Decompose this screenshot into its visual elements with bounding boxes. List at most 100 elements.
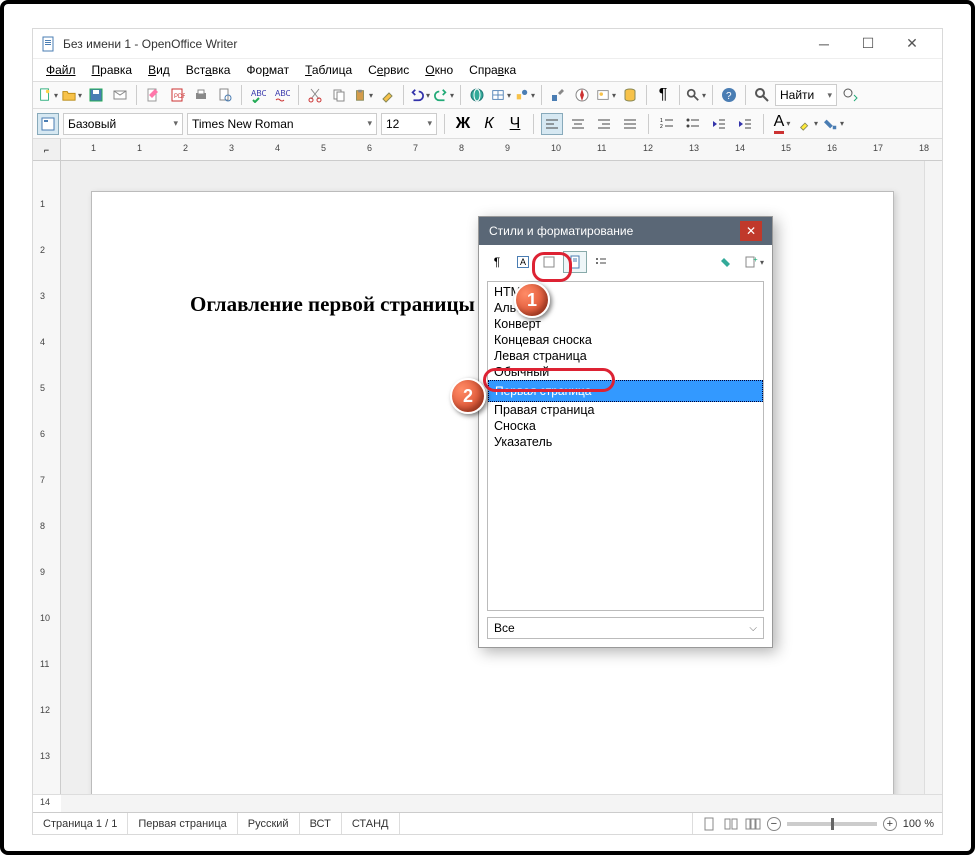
align-right-button[interactable] [593, 113, 615, 135]
document-heading: Оглавление первой страницы [190, 292, 475, 317]
list-styles-button[interactable] [589, 251, 613, 273]
data-sources-button[interactable] [619, 84, 641, 106]
minimize-button[interactable]: ─ [802, 30, 846, 58]
status-style[interactable]: Первая страница [128, 813, 237, 834]
decrease-indent-button[interactable] [708, 113, 730, 135]
spellcheck-button[interactable]: ABC [247, 84, 269, 106]
font-size-select[interactable]: 12▾ [381, 113, 437, 135]
style-item[interactable]: Конверт [488, 316, 763, 332]
new-doc-button[interactable] [37, 84, 59, 106]
menu-format[interactable]: Формат [239, 61, 296, 79]
style-item[interactable]: Указатель [488, 434, 763, 450]
drawing-button[interactable] [514, 84, 536, 106]
fill-format-button[interactable] [716, 251, 740, 273]
redo-button[interactable] [433, 84, 455, 106]
increase-indent-button[interactable] [734, 113, 756, 135]
format-toolbar: Базовый▾ Times New Roman▾ 12▾ Ж К Ч 12 A [33, 109, 942, 139]
gallery-button[interactable] [595, 84, 617, 106]
print-button[interactable] [190, 84, 212, 106]
zoom-out-button[interactable]: − [767, 817, 781, 831]
status-insert[interactable]: ВСТ [300, 813, 342, 834]
style-item[interactable]: Сноска [488, 418, 763, 434]
menu-file[interactable]: Файл [39, 61, 83, 79]
status-std[interactable]: СТАНД [342, 813, 400, 834]
open-button[interactable] [61, 84, 83, 106]
menu-insert[interactable]: Вставка [179, 61, 238, 79]
annotation-circle-1 [532, 252, 572, 282]
menu-window[interactable]: Окно [418, 61, 460, 79]
svg-text:?: ? [726, 91, 732, 102]
horizontal-scrollbar[interactable] [61, 795, 924, 812]
paragraph-styles-button[interactable]: ¶ [485, 251, 509, 273]
hyperlink-button[interactable] [466, 84, 488, 106]
font-color-button[interactable]: A [771, 113, 793, 135]
menubar: Файл Правка Вид Вставка Формат Таблица С… [33, 59, 942, 81]
paragraph-style-select[interactable]: Базовый▾ [63, 113, 183, 135]
bold-button[interactable]: Ж [452, 113, 474, 135]
bg-color-button[interactable] [823, 113, 845, 135]
svg-text:ABC: ABC [251, 89, 266, 98]
styles-window-button[interactable] [37, 113, 59, 135]
menu-tools[interactable]: Сервис [361, 61, 416, 79]
autospell-button[interactable]: ABC [271, 84, 293, 106]
zoom-slider[interactable] [787, 822, 877, 826]
styles-list[interactable]: HTMLАльбомнКонвертКонцевая сноскаЛевая с… [487, 281, 764, 611]
style-item[interactable]: Левая страница [488, 348, 763, 364]
help-button[interactable]: ? [718, 84, 740, 106]
align-justify-button[interactable] [619, 113, 641, 135]
numbered-list-button[interactable]: 12 [656, 113, 678, 135]
zoom-percent[interactable]: 100 % [903, 818, 934, 830]
find-replace-button[interactable] [547, 84, 569, 106]
vertical-scrollbar[interactable] [924, 161, 942, 794]
highlight-button[interactable] [797, 113, 819, 135]
print-preview-button[interactable] [214, 84, 236, 106]
nonprinting-chars-button[interactable]: ¶ [652, 84, 674, 106]
svg-text:PDF: PDF [174, 94, 185, 100]
zoom-button[interactable] [685, 84, 707, 106]
status-page: Страница 1 / 1 [33, 813, 128, 834]
align-center-button[interactable] [567, 113, 589, 135]
menu-edit[interactable]: Правка [85, 61, 140, 79]
table-button[interactable] [490, 84, 512, 106]
align-left-button[interactable] [541, 113, 563, 135]
menu-table[interactable]: Таблица [298, 61, 359, 79]
format-paintbrush-button[interactable] [376, 84, 398, 106]
ruler-horizontal[interactable]: ⌐ 1123456789101112131415161718 [33, 139, 942, 161]
cut-button[interactable] [304, 84, 326, 106]
find-next-button[interactable] [839, 84, 861, 106]
style-item[interactable]: Концевая сноска [488, 332, 763, 348]
zoom-in-button[interactable]: + [883, 817, 897, 831]
edit-doc-button[interactable] [142, 84, 164, 106]
find-input[interactable]: Найти▾ [775, 84, 837, 106]
undo-button[interactable] [409, 84, 431, 106]
styles-filter-select[interactable]: Все⌵ [487, 617, 764, 639]
dialog-toolbar: ¶ A + [479, 245, 772, 279]
dialog-titlebar[interactable]: Стили и форматирование ✕ [479, 217, 772, 245]
copy-button[interactable] [328, 84, 350, 106]
underline-button[interactable]: Ч [504, 113, 526, 135]
close-button[interactable]: ✕ [890, 30, 934, 58]
ruler-vertical[interactable]: 1234567891011121314 [33, 161, 61, 794]
view-multi-icon[interactable] [745, 816, 761, 832]
status-lang[interactable]: Русский [238, 813, 300, 834]
font-name-select[interactable]: Times New Roman▾ [187, 113, 377, 135]
dialog-close-button[interactable]: ✕ [740, 221, 762, 241]
paste-button[interactable] [352, 84, 374, 106]
export-pdf-button[interactable]: PDF [166, 84, 188, 106]
annotation-marker-1: 1 [514, 282, 550, 318]
view-single-icon[interactable] [701, 816, 717, 832]
maximize-button[interactable]: ☐ [846, 30, 890, 58]
style-item[interactable]: Правая страница [488, 402, 763, 418]
styles-dialog: Стили и форматирование ✕ ¶ A + HTMLАльбо… [478, 216, 773, 648]
new-style-button[interactable]: + [742, 251, 766, 273]
italic-button[interactable]: К [478, 113, 500, 135]
bullet-list-button[interactable] [682, 113, 704, 135]
email-button[interactable] [109, 84, 131, 106]
view-book-icon[interactable] [723, 816, 739, 832]
navigator-button[interactable] [571, 84, 593, 106]
svg-text:2: 2 [660, 124, 663, 130]
save-button[interactable] [85, 84, 107, 106]
menu-help[interactable]: Справка [462, 61, 523, 79]
menu-view[interactable]: Вид [141, 61, 177, 79]
find-toolbar-icon[interactable] [751, 84, 773, 106]
